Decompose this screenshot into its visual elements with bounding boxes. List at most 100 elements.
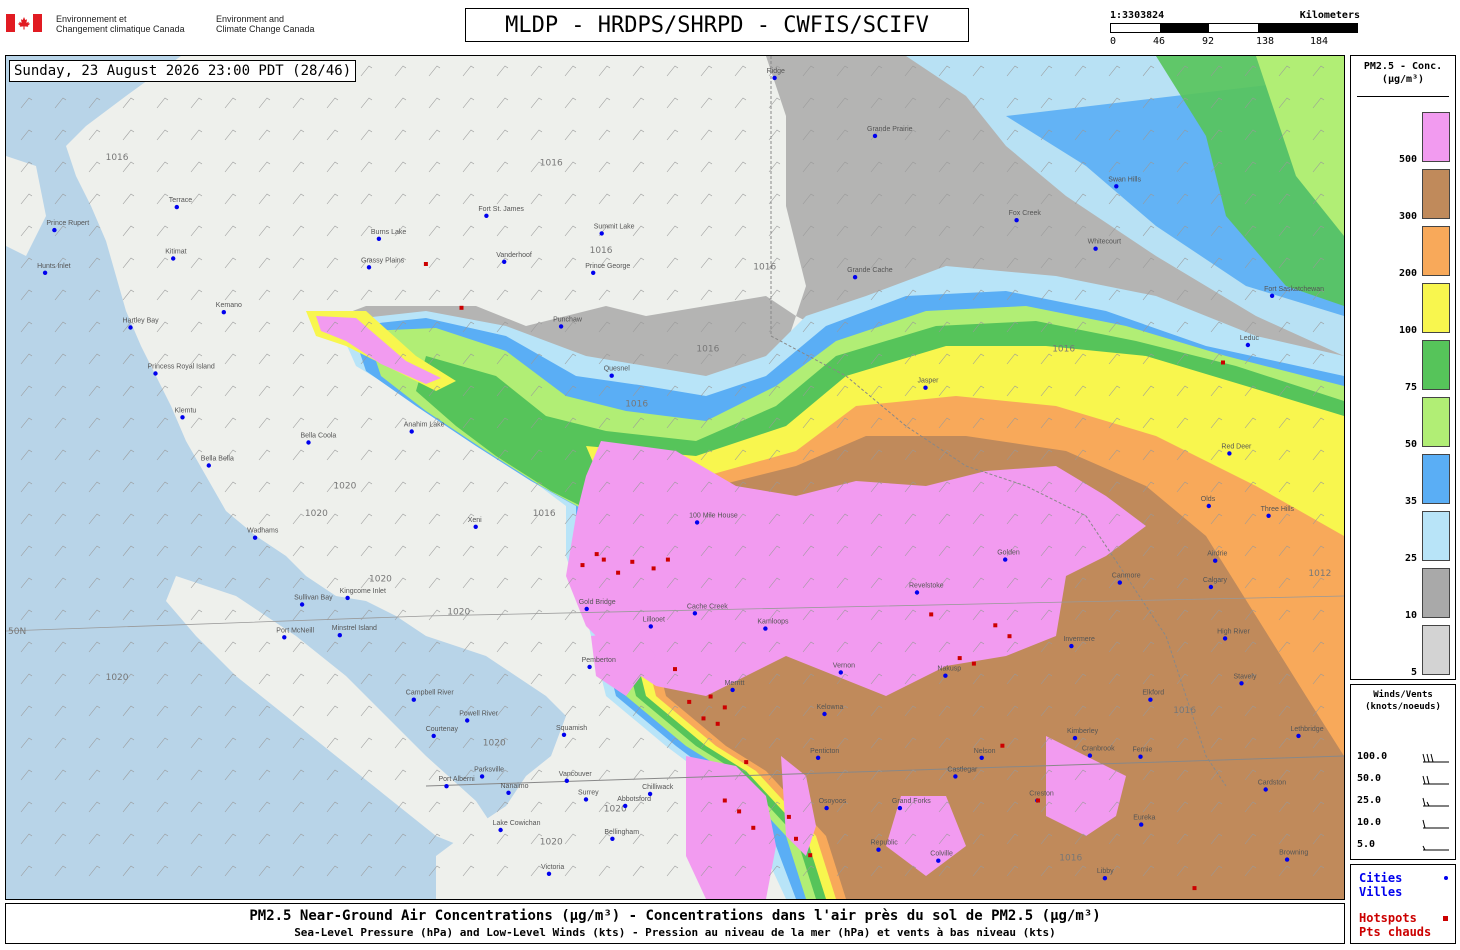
city-dot[interactable] [1269, 293, 1275, 298]
isobar-label: 1016 [540, 159, 563, 169]
city-dot[interactable] [1014, 218, 1019, 223]
city-dot[interactable] [376, 236, 382, 241]
cities-label-en: Cities [1359, 871, 1403, 885]
city-dot[interactable] [953, 774, 958, 779]
city-dot[interactable] [591, 270, 596, 275]
city-dot[interactable] [822, 711, 827, 717]
city-dot[interactable] [914, 590, 920, 595]
city-dot[interactable] [345, 595, 350, 601]
city-dot[interactable] [153, 371, 158, 376]
city-dot[interactable] [498, 827, 503, 833]
city-dot[interactable] [1072, 735, 1078, 741]
legend-label-300: 300 [1398, 211, 1417, 222]
caption-sub: Sea-Level Pressure (hPa) and Low-Level W… [294, 926, 1056, 939]
map-canvas[interactable]: 1016 1016 1016 1016 1016 1016 1016 1016 1020 1020… [6, 56, 1344, 899]
city-dot[interactable] [337, 633, 342, 638]
city-dot[interactable] [366, 265, 372, 270]
city-dot[interactable] [465, 718, 470, 723]
city-dot[interactable] [876, 847, 881, 852]
city-dot[interactable] [128, 325, 133, 330]
hotspot-marker [1036, 798, 1040, 803]
cities-label-fr: Villes [1359, 885, 1403, 899]
hotspot-marker [630, 559, 635, 564]
city-dot[interactable] [1069, 643, 1074, 649]
city-dot[interactable] [730, 687, 735, 693]
city-dot[interactable] [411, 697, 416, 702]
city-dot[interactable] [897, 805, 903, 811]
city-dot[interactable] [815, 755, 821, 760]
city-dot[interactable] [648, 624, 653, 629]
city-dot[interactable] [306, 440, 311, 445]
city-dot[interactable] [587, 664, 592, 670]
city-dot[interactable] [872, 133, 878, 139]
city-dot[interactable] [1227, 451, 1232, 456]
city-label: Anahim Lake [404, 422, 445, 429]
city-dot[interactable] [473, 524, 478, 529]
pm25-map[interactable]: 1016 1016 1016 1016 1016 1016 1016 1016 1020 1020… [5, 55, 1345, 900]
city-dot[interactable] [1138, 754, 1143, 759]
city-dot[interactable] [252, 535, 258, 540]
city-dot[interactable] [692, 611, 698, 616]
city-dot[interactable] [206, 463, 211, 468]
city-dot[interactable] [1222, 636, 1228, 641]
city-label: Cranbrook [1082, 746, 1115, 753]
city-dot[interactable] [1139, 822, 1144, 827]
city-dot[interactable] [1239, 681, 1244, 686]
city-dot[interactable] [174, 204, 179, 210]
city-dot[interactable] [647, 791, 653, 797]
city-dot[interactable] [1245, 342, 1251, 348]
city-dot[interactable] [1263, 787, 1268, 792]
city-dot[interactable] [299, 602, 305, 607]
city-dot[interactable] [1114, 184, 1119, 189]
city-dot[interactable] [1296, 733, 1301, 739]
city-dot[interactable] [1003, 557, 1008, 562]
city-dot[interactable] [431, 733, 436, 739]
city-dot[interactable] [484, 213, 489, 218]
city-dot[interactable] [282, 635, 287, 640]
city-dot[interactable] [558, 324, 564, 329]
city-dot[interactable] [1213, 558, 1218, 563]
city-dot[interactable] [564, 778, 569, 783]
city-dot[interactable] [561, 732, 567, 737]
city-dot[interactable] [583, 797, 589, 802]
city-dot[interactable] [979, 755, 984, 760]
city-dot[interactable] [409, 429, 414, 434]
city-dot[interactable] [936, 858, 941, 863]
city-dot[interactable] [852, 275, 858, 280]
city-dot[interactable] [584, 606, 589, 612]
city-dot[interactable] [1148, 697, 1153, 702]
city-dot[interactable] [180, 415, 185, 420]
city-dot[interactable] [1102, 876, 1108, 881]
city-dot[interactable] [1284, 857, 1290, 862]
city-dot[interactable] [444, 784, 449, 789]
city-dot[interactable] [694, 520, 700, 525]
city-dot[interactable] [52, 227, 57, 233]
city-dot[interactable] [479, 774, 485, 779]
city-dot[interactable] [599, 231, 604, 236]
city-dot[interactable] [1266, 513, 1271, 518]
city-dot[interactable] [609, 373, 614, 378]
city-label: Cardston [1258, 780, 1287, 787]
city-dot[interactable] [623, 803, 628, 809]
city-dot[interactable] [824, 805, 829, 811]
city-dot[interactable] [221, 310, 226, 315]
city-dot[interactable] [772, 75, 777, 81]
city-dot[interactable] [546, 871, 552, 876]
city-dot[interactable] [1206, 503, 1212, 509]
hotspot-marker [993, 623, 998, 628]
city-dot[interactable] [943, 673, 948, 678]
city-dot[interactable] [838, 670, 843, 675]
city-dot[interactable] [1208, 584, 1214, 590]
city-dot[interactable] [610, 836, 615, 841]
city-dot[interactable] [923, 385, 928, 390]
city-dot[interactable] [1087, 753, 1093, 758]
city-dot[interactable] [1117, 580, 1123, 585]
city-dot[interactable] [171, 256, 176, 261]
wind-speed-label: 10.0 [1357, 817, 1382, 828]
city-dot[interactable] [1093, 246, 1098, 251]
city-dot[interactable] [763, 626, 768, 631]
city-dot[interactable] [42, 270, 48, 275]
city-label: Bella Bella [201, 456, 234, 463]
city-dot[interactable] [506, 790, 511, 795]
city-dot[interactable] [502, 259, 507, 264]
